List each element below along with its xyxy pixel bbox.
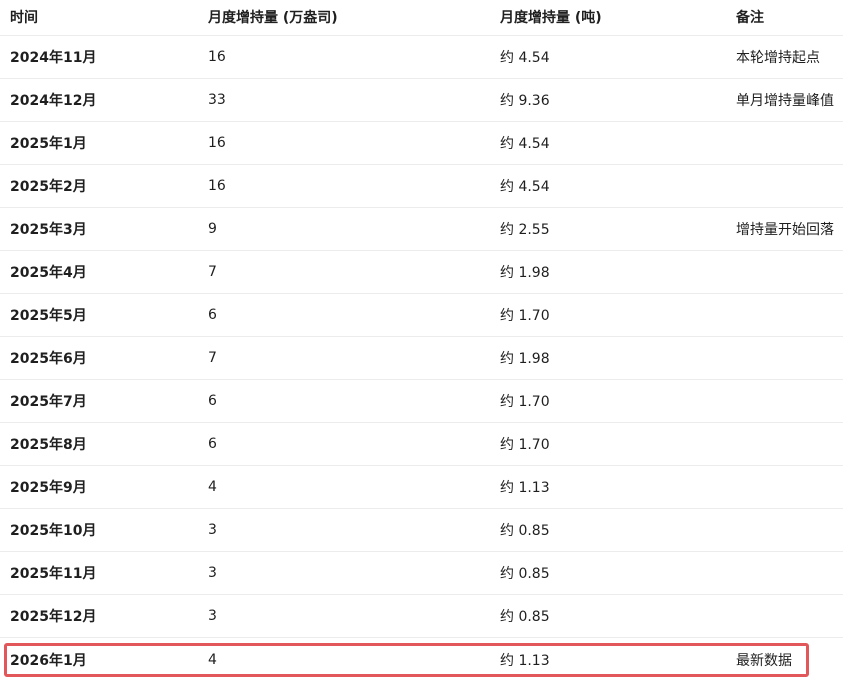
ounces-cell: 33 — [208, 92, 226, 108]
table-row: 2024年12月 33 约 9.36 单月增持量峰值 — [0, 79, 843, 122]
tons-cell: 约 0.85 — [500, 566, 550, 582]
ounces-cell: 16 — [208, 49, 226, 65]
header-monthly-tons: 月度增持量 (吨) — [500, 10, 602, 26]
time-cell: 2025年6月 — [10, 351, 87, 367]
ounces-cell: 3 — [208, 522, 217, 538]
table-row: 2024年11月 16 约 4.54 本轮增持起点 — [0, 36, 843, 79]
time-cell: 2025年11月 — [10, 566, 97, 582]
note-cell: 本轮增持起点 — [736, 50, 820, 66]
table-row: 2025年4月 7 约 1.98 — [0, 251, 843, 294]
tons-cell: 约 1.98 — [500, 265, 550, 281]
table-row: 2025年5月 6 约 1.70 — [0, 294, 843, 337]
time-cell: 2024年11月 — [10, 50, 97, 66]
header-time: 时间 — [10, 10, 38, 26]
tons-cell: 约 4.54 — [500, 50, 550, 66]
time-cell: 2025年9月 — [10, 480, 87, 496]
time-cell: 2025年3月 — [10, 222, 87, 238]
time-cell: 2025年7月 — [10, 394, 87, 410]
table-header-row: 时间 月度增持量 (万盎司) 月度增持量 (吨) 备注 — [0, 0, 843, 36]
tons-cell: 约 1.13 — [500, 480, 550, 496]
table-row: 2025年8月 6 约 1.70 — [0, 423, 843, 466]
tons-cell: 约 2.55 — [500, 222, 550, 238]
note-cell: 增持量开始回落 — [736, 222, 834, 238]
table-row: 2025年6月 7 约 1.98 — [0, 337, 843, 380]
tons-cell: 约 1.13 — [500, 652, 550, 669]
tons-cell: 约 1.70 — [500, 437, 550, 453]
table-row: 2025年9月 4 约 1.13 — [0, 466, 843, 509]
time-cell: 2025年2月 — [10, 179, 87, 195]
ounces-cell: 9 — [208, 221, 217, 237]
time-cell: 2025年10月 — [10, 523, 97, 539]
time-cell: 2026年1月 — [10, 652, 87, 669]
ounces-cell: 7 — [208, 264, 217, 280]
table-row: 2025年1月 16 约 4.54 — [0, 122, 843, 165]
note-cell: 单月增持量峰值 — [736, 93, 834, 109]
time-cell: 2025年4月 — [10, 265, 87, 281]
data-table: 时间 月度增持量 (万盎司) 月度增持量 (吨) 备注 2024年11月 16 约 … — [0, 0, 843, 681]
header-note: 备注 — [736, 10, 764, 26]
time-cell: 2025年8月 — [10, 437, 87, 453]
ounces-cell: 16 — [208, 178, 226, 194]
tons-cell: 约 4.54 — [500, 136, 550, 152]
ounces-cell: 4 — [208, 479, 217, 495]
time-cell: 2025年1月 — [10, 136, 87, 152]
tons-cell: 约 4.54 — [500, 179, 550, 195]
tons-cell: 约 1.98 — [500, 351, 550, 367]
tons-cell: 约 1.70 — [500, 308, 550, 324]
table-row: 2025年2月 16 约 4.54 — [0, 165, 843, 208]
ounces-cell: 6 — [208, 436, 217, 452]
tons-cell: 约 0.85 — [500, 609, 550, 625]
time-cell: 2025年12月 — [10, 609, 97, 625]
table-row: 2025年11月 3 约 0.85 — [0, 552, 843, 595]
ounces-cell: 16 — [208, 135, 226, 151]
ounces-cell: 7 — [208, 350, 217, 366]
tons-cell: 约 1.70 — [500, 394, 550, 410]
ounces-cell: 4 — [208, 651, 217, 668]
table-row: 2025年12月 3 约 0.85 — [0, 595, 843, 638]
note-cell: 最新数据 — [736, 652, 792, 669]
time-cell: 2024年12月 — [10, 93, 97, 109]
tons-cell: 约 9.36 — [500, 93, 550, 109]
header-monthly-ounces: 月度增持量 (万盎司) — [208, 10, 338, 26]
ounces-cell: 6 — [208, 307, 217, 323]
table-row: 2025年3月 9 约 2.55 增持量开始回落 — [0, 208, 843, 251]
time-cell: 2025年5月 — [10, 308, 87, 324]
table-row: 2025年7月 6 约 1.70 — [0, 380, 843, 423]
table-row: 2026年1月 4 约 1.13 最新数据 — [0, 638, 843, 681]
tons-cell: 约 0.85 — [500, 523, 550, 539]
ounces-cell: 3 — [208, 565, 217, 581]
ounces-cell: 3 — [208, 608, 217, 624]
ounces-cell: 6 — [208, 393, 217, 409]
table-row: 2025年10月 3 约 0.85 — [0, 509, 843, 552]
